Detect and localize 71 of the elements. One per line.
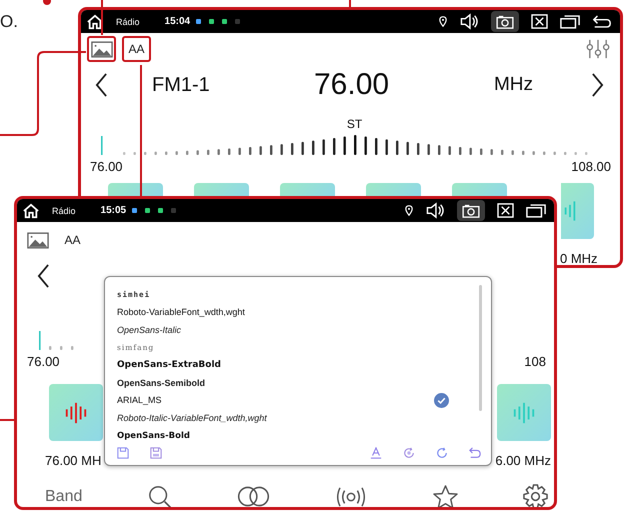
notification-icon bbox=[158, 208, 164, 213]
previous-icon[interactable] bbox=[37, 264, 50, 288]
text-color-icon[interactable] bbox=[370, 447, 382, 459]
preset-frequency: 0 MHz bbox=[560, 251, 598, 265]
next-icon[interactable] bbox=[591, 73, 604, 97]
settings-icon[interactable] bbox=[522, 484, 548, 507]
font-option[interactable]: OpenSans-Italic bbox=[117, 321, 461, 339]
app-title: Rádio bbox=[52, 206, 76, 216]
preset-frequency: 6.00 MHz bbox=[495, 453, 551, 468]
refresh-icon[interactable] bbox=[436, 447, 448, 459]
tuner-marker[interactable] bbox=[39, 331, 41, 350]
undo-icon[interactable] bbox=[469, 447, 481, 459]
scale-max: 108 bbox=[524, 354, 546, 371]
stereo-indicator: ST bbox=[346, 117, 362, 131]
broadcast-icon[interactable] bbox=[335, 486, 368, 507]
unit-label: MHz bbox=[494, 74, 533, 96]
wallpaper-button[interactable] bbox=[87, 36, 116, 62]
font-option[interactable]: ARIAL_MS bbox=[117, 392, 461, 410]
clock-time: 15:04 bbox=[164, 16, 190, 27]
app-title: Rádio bbox=[116, 16, 140, 26]
notification-icon bbox=[235, 19, 240, 24]
location-icon bbox=[439, 16, 447, 27]
font-option[interactable]: Roboto-Italic-VariableFont_wdth,wght bbox=[117, 409, 461, 427]
star-icon[interactable] bbox=[432, 484, 458, 507]
refresh-all-icon[interactable] bbox=[403, 447, 415, 459]
notification-icon bbox=[145, 208, 150, 213]
page-text: O. bbox=[0, 12, 18, 32]
notification-icon bbox=[171, 208, 176, 213]
volume-icon[interactable] bbox=[425, 202, 445, 219]
windows-icon[interactable] bbox=[560, 14, 580, 29]
screenshot-button[interactable] bbox=[457, 200, 485, 221]
scale-max: 108.00 bbox=[571, 159, 611, 176]
font-option[interactable]: OpenSans-Bold bbox=[117, 426, 461, 444]
save-all-icon[interactable] bbox=[150, 447, 162, 459]
tuner-ticks-drawing bbox=[49, 346, 74, 350]
frequency-value: 76.00 bbox=[314, 68, 390, 102]
preset-card[interactable] bbox=[108, 183, 163, 196]
band-button[interactable]: Band bbox=[45, 488, 82, 506]
notification-icon bbox=[196, 19, 202, 24]
previous-icon[interactable] bbox=[95, 73, 108, 97]
clock-time: 15:05 bbox=[100, 205, 126, 216]
back-icon[interactable] bbox=[592, 14, 612, 29]
scale-min: 76.00 bbox=[90, 159, 123, 176]
notification-icon bbox=[209, 19, 214, 24]
stereo-icon[interactable] bbox=[237, 486, 270, 507]
save-icon[interactable] bbox=[117, 447, 129, 459]
home-icon[interactable] bbox=[22, 202, 40, 218]
check-icon bbox=[434, 392, 449, 408]
band-label: FM1-1 bbox=[152, 74, 211, 96]
equalizer-icon[interactable] bbox=[586, 39, 610, 59]
close-icon[interactable] bbox=[531, 14, 548, 29]
search-icon[interactable] bbox=[148, 484, 172, 507]
location-icon bbox=[405, 205, 413, 216]
close-icon[interactable] bbox=[497, 203, 514, 218]
font-option[interactable]: Roboto-VariableFont_wdth,wght bbox=[117, 304, 461, 322]
tuner-marker[interactable] bbox=[101, 136, 103, 155]
screenshot-button[interactable] bbox=[491, 11, 519, 32]
waveform-icon bbox=[563, 200, 578, 222]
preset-frequency: 76.00 MH bbox=[45, 453, 102, 468]
windows-icon[interactable] bbox=[526, 203, 546, 218]
notification-icon bbox=[132, 208, 138, 213]
font-option[interactable]: OpenSans-Semibold bbox=[117, 374, 461, 392]
font-option[interactable]: OpenSans-ExtraBold bbox=[117, 356, 461, 374]
scrollbar[interactable] bbox=[479, 285, 482, 411]
scale-min: 76.00 bbox=[27, 354, 60, 371]
preset-card[interactable] bbox=[49, 384, 103, 441]
font-button[interactable]: AA bbox=[58, 227, 87, 253]
volume-icon[interactable] bbox=[459, 13, 479, 30]
notification-icon bbox=[222, 19, 228, 24]
home-icon[interactable] bbox=[86, 14, 104, 30]
font-button[interactable]: AA bbox=[122, 36, 151, 62]
